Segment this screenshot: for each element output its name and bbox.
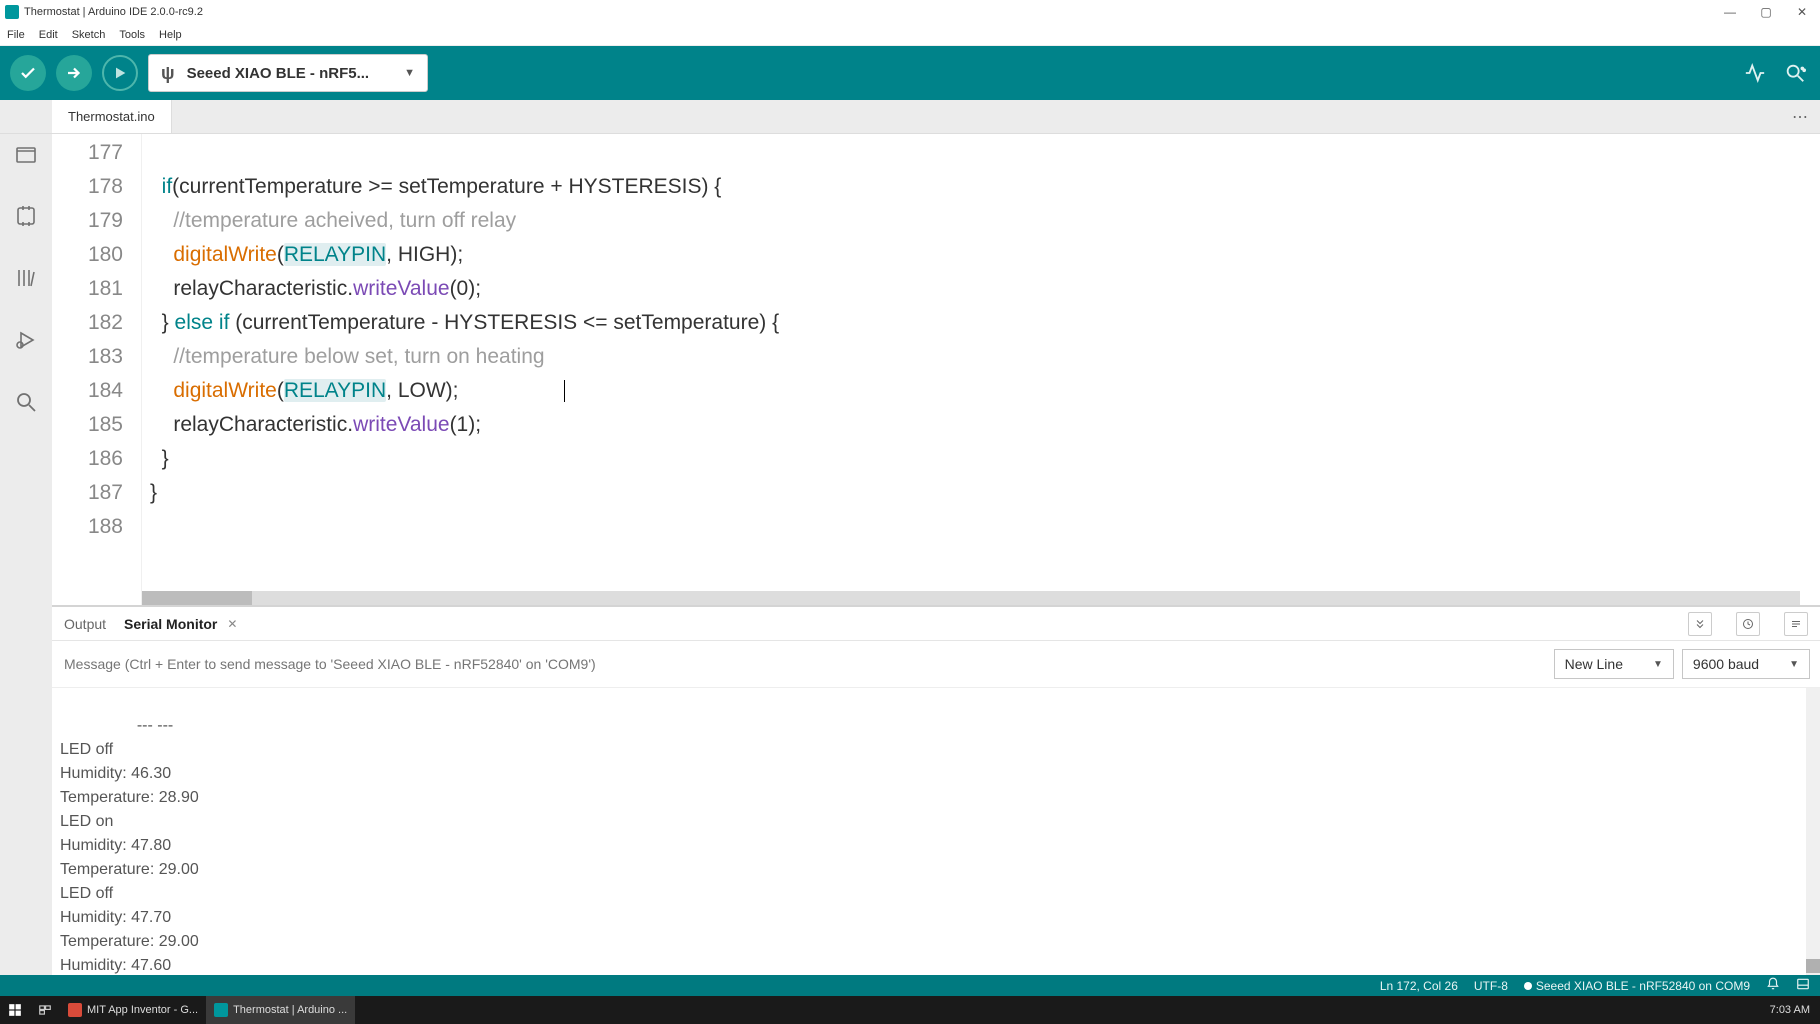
chevron-down-icon: ▼ [404,67,415,79]
clock-icon [1742,618,1754,630]
clear-icon [1790,618,1802,630]
serial-vertical-scrollbar[interactable] [1806,688,1820,975]
board-selector[interactable]: ψ Seeed XIAO BLE - nRF5... ▼ [148,54,428,92]
search-icon [14,390,38,414]
code-content[interactable]: if(currentTemperature >= setTemperature … [142,134,1820,605]
taskview-icon [38,1003,52,1017]
double-chevron-down-icon [1694,618,1706,630]
window-title: Thermostat | Arduino IDE 2.0.0-rc9.2 [24,6,203,18]
window-titlebar: Thermostat | Arduino IDE 2.0.0-rc9.2 — ▢… [0,0,1820,24]
baud-rate-label: 9600 baud [1693,656,1759,672]
serial-output-text: --- --- LED off Humidity: 46.30 Temperat… [60,717,199,974]
check-icon [19,64,37,82]
windows-taskbar: MIT App Inventor - G... Thermostat | Ard… [0,996,1820,1024]
panel-clear-button[interactable] [1784,612,1808,636]
line-ending-label: New Line [1565,656,1623,672]
window-maximize-button[interactable]: ▢ [1748,0,1784,24]
taskbar-app-mit[interactable]: MIT App Inventor - G... [60,996,206,1024]
window-minimize-button[interactable]: — [1712,0,1748,24]
activity-sidebar [0,134,52,975]
serial-monitor-button[interactable] [1780,58,1810,88]
task-view-button[interactable] [30,996,60,1024]
folder-icon [14,142,38,166]
panel-tab-output[interactable]: Output [64,616,106,632]
notifications-button[interactable] [1766,977,1780,994]
statusbar: Ln 172, Col 26 UTF-8 Seeed XIAO BLE - nR… [0,975,1820,996]
line-ending-select[interactable]: New Line ▼ [1554,649,1674,679]
status-board[interactable]: Seeed XIAO BLE - nRF52840 on COM9 [1524,979,1750,993]
panel-tab-close-button[interactable]: ✕ [227,617,237,631]
chevron-down-icon: ▼ [1653,659,1663,670]
arrow-right-icon [65,64,83,82]
bottom-panel: Output Serial Monitor ✕ New Line ▼ [52,605,1820,975]
upload-button[interactable] [56,55,92,91]
menu-sketch[interactable]: Sketch [65,24,113,46]
windows-icon [8,1003,22,1017]
panel-icon [1796,977,1810,991]
menu-tools[interactable]: Tools [112,24,152,46]
debug-sidebar-button[interactable] [10,324,42,356]
verify-button[interactable] [10,55,46,91]
serial-plotter-button[interactable] [1740,58,1770,88]
code-editor[interactable]: 177178179180181182183184185186187188 if(… [52,134,1820,605]
status-cursor-position: Ln 172, Col 26 [1380,979,1458,993]
debug-button[interactable] [102,55,138,91]
panel-scroll-end-button[interactable] [1688,612,1712,636]
taskbar-clock[interactable]: 7:03 AM [1760,1004,1820,1016]
serial-output[interactable]: --- --- LED off Humidity: 46.30 Temperat… [52,688,1820,975]
window-close-button[interactable]: ✕ [1784,0,1820,24]
file-tab-thermostat[interactable]: Thermostat.ino [52,100,172,133]
board-icon [14,204,38,228]
pulse-icon [1744,62,1766,84]
app-icon [5,5,19,19]
board-selector-label: Seeed XIAO BLE - nRF5... [187,65,370,82]
library-icon [14,266,38,290]
menubar: File Edit Sketch Tools Help [0,24,1820,46]
menu-help[interactable]: Help [152,24,189,46]
taskbar-app-label: MIT App Inventor - G... [87,1004,198,1016]
baud-rate-select[interactable]: 9600 baud ▼ [1682,649,1810,679]
menu-file[interactable]: File [0,24,32,46]
panel-tabstrip: Output Serial Monitor ✕ [52,607,1820,641]
play-debug-icon [112,65,128,81]
search-sidebar-button[interactable] [10,386,42,418]
status-encoding: UTF-8 [1474,979,1508,993]
magnify-icon [1784,62,1806,84]
chrome-icon [68,1003,82,1017]
serial-input-row: New Line ▼ 9600 baud ▼ [52,641,1820,688]
file-tab-label: Thermostat.ino [68,109,155,124]
line-gutter: 177178179180181182183184185186187188 [52,134,142,605]
bell-icon [1766,977,1780,991]
panel-tab-serial-monitor[interactable]: Serial Monitor [124,616,217,632]
arduino-icon [214,1003,228,1017]
debug-icon [14,328,38,352]
usb-icon: ψ [161,63,175,84]
panel-toggle-button[interactable] [1796,977,1810,994]
library-manager-button[interactable] [10,262,42,294]
sketchbook-button[interactable] [10,138,42,170]
panel-timestamp-button[interactable] [1736,612,1760,636]
menu-edit[interactable]: Edit [32,24,65,46]
boards-manager-button[interactable] [10,200,42,232]
start-button[interactable] [0,996,30,1024]
editor-horizontal-scrollbar[interactable] [142,591,1800,605]
serial-message-input[interactable] [62,650,1546,678]
tab-overflow-button[interactable]: ⋯ [1780,100,1820,133]
taskbar-app-arduino[interactable]: Thermostat | Arduino ... [206,996,355,1024]
chevron-down-icon: ▼ [1789,659,1799,670]
editor-tabstrip: Thermostat.ino ⋯ [0,100,1820,134]
taskbar-app-label: Thermostat | Arduino ... [233,1004,347,1016]
toolbar: ψ Seeed XIAO BLE - nRF5... ▼ [0,46,1820,100]
